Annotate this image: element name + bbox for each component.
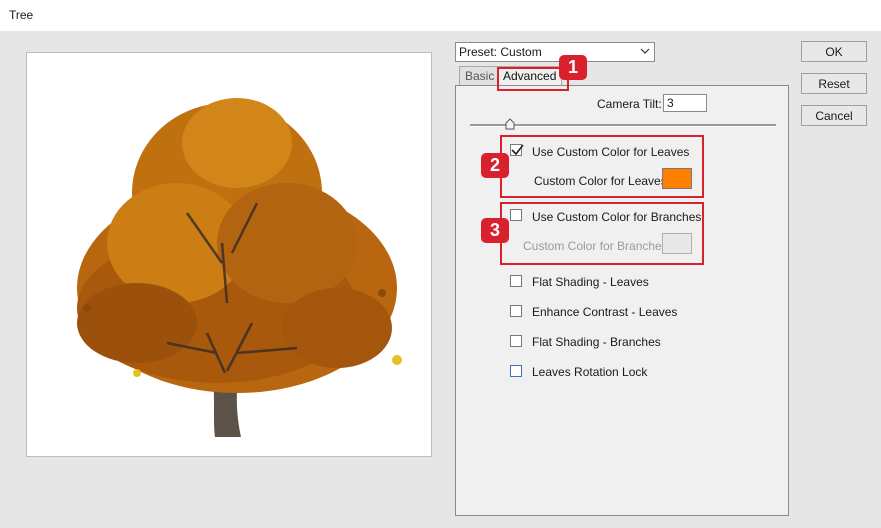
camera-tilt-slider[interactable] (470, 124, 776, 127)
callout-3-badge: 3 (481, 218, 509, 243)
slider-thumb-icon[interactable] (505, 118, 515, 130)
flat-shading-leaves-label: Flat Shading - Leaves (532, 275, 649, 289)
flat-shading-branches-label: Flat Shading - Branches (532, 335, 661, 349)
camera-tilt-label: Camera Tilt: (597, 97, 662, 111)
callout-1-badge: 1 (559, 55, 587, 80)
cancel-button[interactable]: Cancel (801, 105, 867, 126)
enhance-contrast-leaves-checkbox[interactable] (510, 305, 522, 317)
tab-basic[interactable]: Basic (459, 66, 501, 85)
preset-value: Preset: Custom (459, 45, 542, 59)
tree-image (77, 98, 402, 437)
callout-2-box (500, 135, 704, 198)
flat-shading-branches-checkbox[interactable] (510, 335, 522, 347)
callout-2-badge: 2 (481, 153, 509, 178)
reset-button[interactable]: Reset (801, 73, 867, 94)
chevron-down-icon (640, 48, 650, 54)
tree-preview (26, 52, 432, 457)
preset-dropdown[interactable]: Preset: Custom (455, 42, 655, 62)
leaves-rotation-lock-checkbox[interactable] (510, 365, 522, 377)
window-title: Tree (9, 8, 34, 22)
enhance-contrast-leaves-label: Enhance Contrast - Leaves (532, 305, 678, 319)
leaves-rotation-lock-label: Leaves Rotation Lock (532, 365, 648, 379)
camera-tilt-input[interactable]: 3 (663, 94, 707, 112)
ok-button[interactable]: OK (801, 41, 867, 62)
title-bar: Tree (0, 0, 881, 31)
callout-3-box (500, 202, 704, 265)
flat-shading-leaves-checkbox[interactable] (510, 275, 522, 287)
